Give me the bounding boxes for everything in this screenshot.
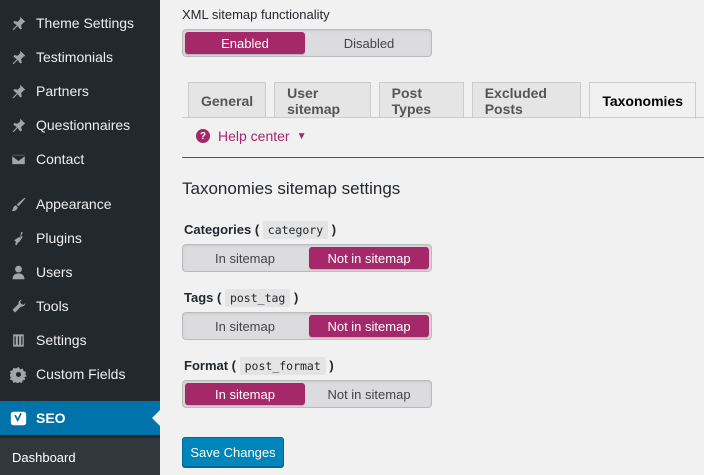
- sidebar-item-label: Testimonials: [36, 49, 114, 65]
- sidebar-submenu: Dashboard: [0, 438, 160, 475]
- sidebar-item-testimonials[interactable]: Testimonials: [0, 40, 160, 74]
- settings-tabs: General User sitemap Post Types Excluded…: [188, 82, 704, 119]
- categories-toggle: In sitemap Not in sitemap: [182, 244, 432, 272]
- not-in-sitemap-option[interactable]: Not in sitemap: [309, 315, 429, 337]
- envelope-icon: [9, 150, 27, 168]
- sidebar-item-label: Users: [36, 264, 73, 280]
- taxonomy-name: Categories: [184, 222, 252, 237]
- sidebar-item-plugins[interactable]: Plugins: [0, 221, 160, 255]
- sidebar-item-label: Tools: [36, 298, 69, 314]
- xml-sitemap-toggle: Enabled Disabled: [182, 29, 432, 57]
- yoast-icon: [9, 409, 27, 427]
- tab-general[interactable]: General: [188, 82, 267, 118]
- tab-post-types[interactable]: Post Types: [378, 82, 464, 118]
- sidebar-item-label: Appearance: [36, 196, 112, 212]
- format-label: Format ( post_format ): [184, 357, 334, 375]
- in-sitemap-option[interactable]: In sitemap: [185, 383, 305, 405]
- sidebar-item-appearance[interactable]: Appearance: [0, 187, 160, 221]
- sidebar-item-settings[interactable]: Settings: [0, 323, 160, 357]
- sidebar-item-users[interactable]: Users: [0, 255, 160, 289]
- sidebar-item-contact[interactable]: Contact: [0, 142, 160, 176]
- sidebar-item-label: Contact: [36, 151, 85, 167]
- main-content: XML sitemap functionality Enabled Disabl…: [160, 0, 704, 475]
- taxonomy-name: Tags: [184, 290, 214, 305]
- save-changes-button[interactable]: Save Changes: [182, 437, 284, 467]
- question-icon: ?: [196, 129, 210, 143]
- taxonomy-name: Format: [184, 358, 229, 373]
- sidebar-item-questionnaires[interactable]: Questionnaires: [0, 108, 160, 142]
- sidebar-item-label: Settings: [36, 332, 87, 348]
- categories-label: Categories ( category ): [184, 221, 337, 239]
- tab-excluded-posts[interactable]: Excluded Posts: [471, 82, 582, 118]
- caret-down-icon: ▼: [296, 130, 307, 142]
- section-title: Taxonomies sitemap settings: [182, 179, 401, 198]
- not-in-sitemap-option[interactable]: Not in sitemap: [309, 247, 429, 269]
- sidebar-item-partners[interactable]: Partners: [0, 74, 160, 108]
- gear-icon: [9, 365, 27, 383]
- tab-divider: [182, 117, 704, 118]
- not-in-sitemap-option[interactable]: Not in sitemap: [309, 383, 429, 405]
- admin-sidebar: Theme Settings Testimonials Partners Que…: [0, 0, 160, 475]
- sidebar-item-label: Plugins: [36, 230, 82, 246]
- user-icon: [9, 263, 27, 281]
- sidebar-item-label: Custom Fields: [36, 366, 126, 382]
- sliders-icon: [9, 331, 27, 349]
- in-sitemap-option[interactable]: In sitemap: [185, 315, 305, 337]
- plug-icon: [9, 229, 27, 247]
- tab-user-sitemap[interactable]: User sitemap: [274, 82, 371, 118]
- sidebar-item-seo[interactable]: SEO: [0, 401, 160, 435]
- paintbrush-icon: [9, 195, 27, 213]
- sidebar-item-label: Partners: [36, 83, 89, 99]
- tags-label: Tags ( post_tag ): [184, 289, 299, 307]
- sidebar-item-label: SEO: [36, 410, 66, 426]
- xml-sitemap-label: XML sitemap functionality: [182, 7, 330, 22]
- sidebar-item-label: Questionnaires: [36, 117, 131, 133]
- in-sitemap-option[interactable]: In sitemap: [185, 247, 305, 269]
- pin-icon: [9, 48, 27, 66]
- sidebar-item-theme-settings[interactable]: Theme Settings: [0, 6, 160, 40]
- taxonomy-slug: post_format: [239, 357, 326, 375]
- sidebar-item-tools[interactable]: Tools: [0, 289, 160, 323]
- wrench-icon: [9, 297, 27, 315]
- taxonomy-slug: category: [262, 221, 329, 239]
- submenu-item-dashboard[interactable]: Dashboard: [12, 450, 76, 465]
- help-divider: [182, 157, 704, 158]
- help-center-label: Help center: [218, 128, 290, 144]
- taxonomy-slug: post_tag: [224, 289, 291, 307]
- pin-icon: [9, 116, 27, 134]
- sidebar-item-label: Theme Settings: [36, 15, 135, 31]
- tags-toggle: In sitemap Not in sitemap: [182, 312, 432, 340]
- pin-icon: [9, 14, 27, 32]
- tab-taxonomies[interactable]: Taxonomies: [589, 82, 696, 119]
- disabled-option[interactable]: Disabled: [309, 32, 429, 54]
- pin-icon: [9, 82, 27, 100]
- sidebar-item-custom-fields[interactable]: Custom Fields: [0, 357, 160, 391]
- enabled-option[interactable]: Enabled: [185, 32, 305, 54]
- help-center-toggle[interactable]: ? Help center ▼: [196, 128, 307, 144]
- format-toggle: In sitemap Not in sitemap: [182, 380, 432, 408]
